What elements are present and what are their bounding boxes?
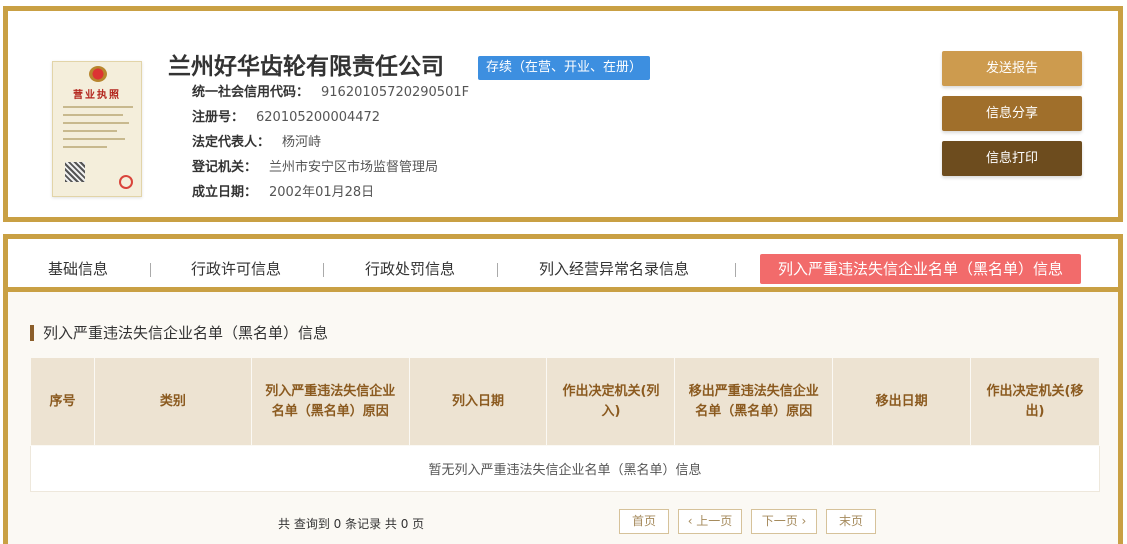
pagination-summary: 共 查询到 0 条记录 共 0 页 xyxy=(278,517,425,531)
qr-code-icon xyxy=(65,162,85,182)
table-header-row: 序号 类别 列入严重违法失信企业名单（黑名单）原因 列入日期 作出决定机关(列入… xyxy=(30,357,1100,446)
column-header: 作出决定机关(列入) xyxy=(546,357,676,446)
tab-administrative-license[interactable]: 行政许可信息 xyxy=(191,254,281,284)
establishment-date-row: 成立日期： 2002年01月28日 xyxy=(192,181,374,200)
field-value: 兰州市安宁区市场监督管理局 xyxy=(269,160,439,175)
company-name: 兰州好华齿轮有限责任公司 xyxy=(168,54,444,80)
prev-page-button[interactable]: ‹ 上一页 xyxy=(678,509,742,534)
field-value: 620105200004472 xyxy=(256,110,381,125)
tab-divider xyxy=(497,263,498,277)
license-title: 营业执照 xyxy=(73,90,121,101)
status-badge: 存续（在营、开业、在册） xyxy=(478,56,651,80)
license-text-line xyxy=(63,138,125,140)
first-page-button[interactable]: 首页 xyxy=(619,509,669,534)
field-value: 2002年01月28日 xyxy=(269,185,375,200)
business-license-image[interactable]: 营业执照 xyxy=(52,61,142,197)
column-header: 序号 xyxy=(30,357,95,446)
tab-administrative-penalty[interactable]: 行政处罚信息 xyxy=(365,254,455,284)
column-header: 移出日期 xyxy=(832,357,972,446)
credit-code-row: 统一社会信用代码： 91620105720290501F xyxy=(192,81,469,100)
company-card: 营业执照 兰州好华齿轮有限责任公司 存续（在营、开业、在册） 统一社会信用代码：… xyxy=(3,6,1123,222)
registration-number-row: 注册号： 620105200004472 xyxy=(192,106,380,125)
field-label: 注册号： xyxy=(192,110,245,125)
official-seal-icon xyxy=(119,175,133,189)
column-header: 列入严重违法失信企业名单（黑名单）原因 xyxy=(250,357,410,446)
share-info-button[interactable]: 信息分享 xyxy=(942,96,1082,131)
registration-authority-row: 登记机关： 兰州市安宁区市场监督管理局 xyxy=(192,156,438,175)
tab-blacklist[interactable]: 列入严重违法失信企业名单（黑名单）信息 xyxy=(760,254,1082,284)
column-header: 列入日期 xyxy=(408,357,548,446)
section-title: 列入严重违法失信企业名单（黑名单）信息 xyxy=(30,325,328,341)
table-row: 暂无列入严重违法失信企业名单（黑名单）信息 xyxy=(30,445,1100,492)
last-page-button[interactable]: 末页 xyxy=(826,509,876,534)
field-label: 登记机关： xyxy=(192,160,258,175)
empty-message: 暂无列入严重违法失信企业名单（黑名单）信息 xyxy=(30,445,1100,492)
tab-bar: 基础信息 行政许可信息 行政处罚信息 列入经营异常名录信息 列入严重违法失信企业… xyxy=(8,239,1118,292)
license-text-line xyxy=(63,130,117,132)
field-value: 杨河峙 xyxy=(282,135,322,150)
license-text-line xyxy=(63,114,123,116)
tab-abnormal-operation[interactable]: 列入经营异常名录信息 xyxy=(539,254,689,284)
column-header: 作出决定机关(移出) xyxy=(970,357,1100,446)
next-page-button[interactable]: 下一页 › xyxy=(751,509,817,534)
field-value: 91620105720290501F xyxy=(321,85,470,100)
send-report-button[interactable]: 发送报告 xyxy=(942,51,1082,86)
license-text-line xyxy=(63,106,133,108)
column-header: 移出严重违法失信企业名单（黑名单）原因 xyxy=(674,357,834,446)
license-text-line xyxy=(63,146,107,148)
field-label: 统一社会信用代码： xyxy=(192,85,310,100)
tab-divider xyxy=(150,263,151,277)
blacklist-table: 序号 类别 列入严重违法失信企业名单（黑名单）原因 列入日期 作出决定机关(列入… xyxy=(30,357,1100,492)
tab-divider xyxy=(735,263,736,277)
license-text-line xyxy=(63,122,129,124)
legal-representative-row: 法定代表人： 杨河峙 xyxy=(192,131,321,150)
national-emblem-icon xyxy=(89,66,107,82)
column-header: 类别 xyxy=(93,357,252,446)
tab-divider xyxy=(323,263,324,277)
tab-basic-info[interactable]: 基础信息 xyxy=(48,254,108,284)
info-panel: 基础信息 行政许可信息 行政处罚信息 列入经营异常名录信息 列入严重违法失信企业… xyxy=(3,234,1123,544)
print-info-button[interactable]: 信息打印 xyxy=(942,141,1082,176)
field-label: 成立日期： xyxy=(192,185,258,200)
field-label: 法定代表人： xyxy=(192,135,271,150)
